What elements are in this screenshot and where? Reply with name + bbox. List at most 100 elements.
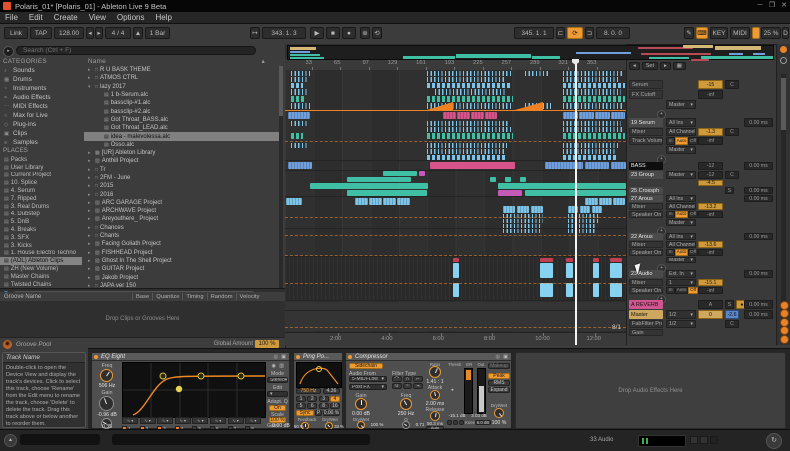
pan-value[interactable]: C bbox=[725, 128, 739, 136]
clip-segment[interactable] bbox=[286, 198, 302, 205]
track-delay-value[interactable]: 0.00 ms bbox=[744, 270, 773, 278]
expander-icon[interactable]: ▸ bbox=[88, 192, 93, 198]
routing-chooser[interactable]: Master ▾ bbox=[666, 257, 696, 263]
file-item[interactable]: ▸ □ Chances bbox=[84, 224, 279, 232]
file-item[interactable]: ▤ 1 b-Serum.alc bbox=[84, 91, 279, 99]
clip-segment[interactable] bbox=[599, 198, 612, 205]
expander-icon[interactable]: ▸ bbox=[88, 183, 93, 189]
clip-segment[interactable] bbox=[505, 177, 511, 182]
routing-chooser[interactable]: All Channels▾ bbox=[666, 203, 696, 210]
track-name-25-crossph[interactable]: 25 Crossph bbox=[629, 187, 663, 194]
eq-band-filter-chooser[interactable]: ∿ ▾ bbox=[174, 417, 191, 424]
expander-icon[interactable]: ▸ bbox=[88, 150, 93, 156]
track-name-speaker-on[interactable]: Speaker On bbox=[629, 249, 663, 256]
comp-drywet-knob[interactable] bbox=[494, 408, 504, 418]
volume-value[interactable]: -inf bbox=[698, 137, 723, 145]
delay-q-value[interactable]: 4.36 bbox=[323, 388, 340, 394]
monitor-in-button[interactable]: In bbox=[666, 211, 675, 218]
delay-beat-1[interactable]: 1 bbox=[296, 396, 306, 402]
monitor-auto-button[interactable]: Auto bbox=[675, 137, 688, 145]
clip-segment[interactable] bbox=[490, 177, 496, 182]
track-name-mixer[interactable]: Mixer bbox=[629, 241, 663, 248]
name-column-header[interactable]: Name ▴ bbox=[88, 58, 273, 66]
routing-chooser[interactable]: 1/2 ▾ bbox=[666, 320, 696, 328]
delay-pingpong-toggle[interactable]: P bbox=[315, 410, 322, 416]
menu-item-view[interactable]: View bbox=[89, 13, 106, 22]
place-item[interactable]: ▤ User Library bbox=[0, 164, 82, 172]
menu-item-file[interactable]: File bbox=[5, 13, 18, 22]
file-item[interactable]: ▸ ▦ [UR] Ableton Library bbox=[84, 149, 279, 157]
clip-segment[interactable] bbox=[563, 89, 621, 95]
nudge-down-button[interactable]: ◂ bbox=[86, 27, 94, 39]
expander-icon[interactable]: ▸ bbox=[88, 158, 93, 164]
delay-sync-toggle[interactable]: Sync bbox=[296, 410, 314, 416]
monitor-in-button[interactable]: In bbox=[666, 249, 675, 256]
track-name-mixer[interactable]: Mixer bbox=[629, 203, 663, 210]
clip-segment[interactable] bbox=[383, 198, 396, 205]
clip-segment[interactable] bbox=[427, 127, 511, 132]
clip-segment[interactable] bbox=[563, 103, 623, 109]
time-signature-field[interactable]: 4 / 4 bbox=[105, 27, 131, 39]
audio-clip-body[interactable] bbox=[566, 263, 573, 278]
clip-segment[interactable] bbox=[503, 224, 541, 228]
link-button[interactable]: Link bbox=[4, 27, 28, 39]
eq-band-filter-chooser[interactable]: ∿ ▾ bbox=[157, 417, 174, 424]
clip-segment[interactable] bbox=[503, 229, 541, 233]
file-item[interactable]: ▸ ▨ Jakob Project bbox=[84, 273, 279, 281]
sidebar-item-clips[interactable]: ▣ Clips bbox=[0, 129, 82, 138]
clip-segment[interactable] bbox=[485, 112, 497, 119]
volume-value[interactable]: A bbox=[698, 300, 723, 309]
track-delay-value[interactable]: 0.00 ms bbox=[744, 162, 773, 170]
place-item[interactable]: ▤ Master Chains bbox=[0, 273, 82, 281]
nudge-up-button[interactable]: ▸ bbox=[95, 27, 103, 39]
clip-segment[interactable] bbox=[471, 112, 484, 119]
eq-title-icons[interactable]: ◎ ▣ bbox=[274, 354, 287, 360]
track-delay-value[interactable]: 0.00 ms bbox=[744, 118, 773, 127]
place-item[interactable]: ▤ Packs bbox=[0, 156, 82, 164]
volume-value[interactable]: -inf bbox=[698, 211, 723, 218]
comp-filter-button-3[interactable]: ∪ bbox=[392, 383, 402, 389]
clip-segment[interactable] bbox=[563, 71, 623, 76]
eq-edit-chooser[interactable]: ▾ bbox=[267, 391, 288, 397]
comp-graph-mode-1[interactable] bbox=[447, 420, 452, 425]
track-name-mixer[interactable]: Mixer bbox=[629, 128, 663, 136]
comp-makeup-toggle[interactable]: Makeup bbox=[488, 363, 510, 369]
clip-segment[interactable] bbox=[568, 229, 596, 233]
stop-button[interactable]: ■ bbox=[326, 27, 340, 39]
audio-clip-header[interactable] bbox=[540, 258, 553, 262]
follow-button[interactable]: ↦ bbox=[250, 27, 260, 39]
monitor-off-button[interactable]: Off bbox=[688, 287, 698, 294]
track-delay-value[interactable]: 0.00 ms bbox=[744, 233, 773, 240]
pan-value[interactable]: C bbox=[725, 320, 739, 328]
quantize-menu[interactable]: 1 Bar bbox=[145, 27, 170, 39]
place-item[interactable]: ▤ 7. Ripped bbox=[0, 195, 82, 203]
clip-segment[interactable] bbox=[545, 162, 583, 169]
track-name-27-arous[interactable]: 27 Arous bbox=[629, 195, 663, 202]
eq-display[interactable] bbox=[122, 362, 266, 418]
overdub-button[interactable]: ⊕ bbox=[360, 27, 370, 39]
comp-filter-button-4[interactable]: ~ bbox=[402, 383, 413, 389]
routing-chooser[interactable]: Master ▾ bbox=[666, 171, 696, 179]
key-map-button[interactable]: KEY bbox=[710, 27, 728, 39]
close-button[interactable]: ✕ bbox=[779, 1, 789, 11]
file-item[interactable]: ▸ ▨ GUITAR Project bbox=[84, 265, 279, 273]
monitor-auto-button[interactable]: Auto bbox=[675, 287, 688, 294]
audio-clip-body[interactable] bbox=[540, 263, 553, 278]
volume-value[interactable]: -inf bbox=[698, 249, 723, 256]
return-activator-dot[interactable] bbox=[780, 326, 789, 335]
track-name-fabfilter-pro-[interactable]: FabFilter Pro... bbox=[629, 320, 663, 328]
eq-adaptq-toggle[interactable]: On bbox=[269, 405, 286, 411]
set-locator-button[interactable]: Set bbox=[641, 62, 659, 70]
menu-item-options[interactable]: Options bbox=[117, 13, 145, 22]
play-button[interactable]: ▶ bbox=[310, 27, 324, 39]
expander-icon[interactable]: ▸ bbox=[88, 208, 93, 214]
volume-value[interactable]: -4.5 bbox=[698, 180, 723, 186]
sidebar-item-instruments[interactable]: ~ Instruments bbox=[0, 84, 82, 93]
eq-band-filter-chooser[interactable]: ∿ ▾ bbox=[227, 417, 244, 424]
clip-segment[interactable] bbox=[291, 77, 307, 82]
clip-segment[interactable] bbox=[291, 83, 303, 88]
audio-clip-body[interactable] bbox=[610, 283, 622, 297]
clip-segment[interactable] bbox=[611, 112, 625, 119]
volume-value[interactable]: 0 bbox=[698, 310, 723, 319]
clip-segment[interactable] bbox=[568, 219, 598, 223]
